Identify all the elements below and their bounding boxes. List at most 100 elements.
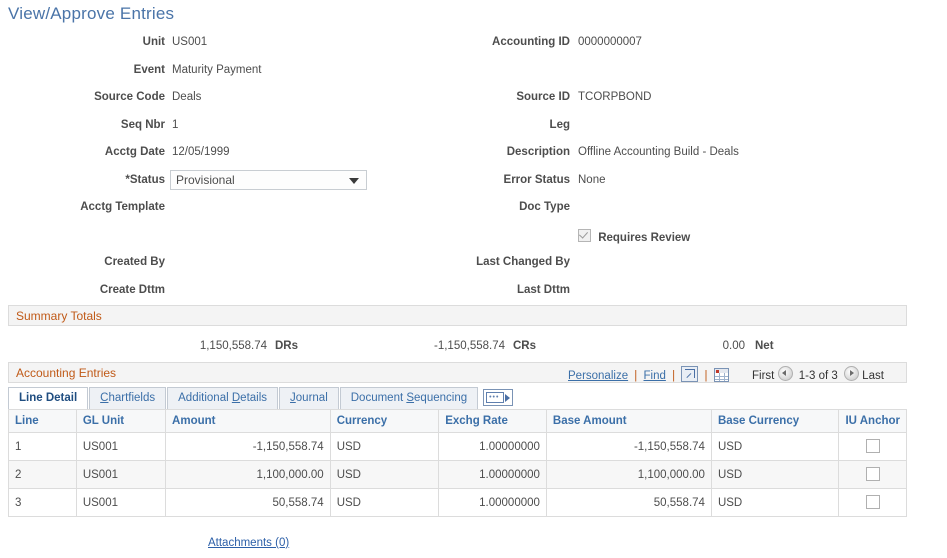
column-header-amount[interactable]: Amount — [165, 409, 331, 433]
column-header-gl-unit[interactable]: GL Unit — [75, 409, 167, 433]
iu-anchor-checkbox[interactable] — [865, 438, 880, 453]
field-label: Created By — [104, 256, 165, 268]
cell-exchg-rate: 1.00000000 — [438, 488, 547, 517]
form-row: Unit US001 Accounting ID 0000000007 — [0, 36, 947, 64]
cell-iu-anchor[interactable] — [838, 488, 907, 517]
field-value: Deals — [172, 91, 202, 103]
accounting-entries-table: Line GL Unit Amount Currency Exchg Rate … — [8, 409, 907, 517]
field-label: *Status — [125, 173, 165, 186]
form-row: *Status Provisional Error Status None — [0, 169, 947, 202]
column-header-currency[interactable]: Currency — [329, 409, 440, 433]
personalize-link[interactable]: Personalize — [568, 370, 628, 382]
form-row: Requires Review — [0, 228, 947, 257]
column-header-line[interactable]: Line — [8, 409, 77, 433]
net-value: 0.00 — [722, 340, 745, 352]
requires-review-label: Requires Review — [598, 231, 691, 244]
tab-label: Line Detail — [19, 392, 78, 404]
tab-chartfields[interactable]: Chartfields — [89, 387, 167, 409]
field-label: Unit — [142, 36, 165, 48]
form-row: Seq Nbr 1 Leg — [0, 119, 947, 147]
table-row: 1 US001 -1,150,558.74 USD 1.00000000 -1,… — [8, 432, 907, 461]
tab-line-detail[interactable]: Line Detail — [8, 387, 89, 409]
field-label: Description — [506, 146, 570, 158]
cell-gl-unit: US001 — [75, 460, 167, 489]
field-label: Seq Nbr — [120, 118, 165, 131]
table-row: 3 US001 50,558.74 USD 1.00000000 50,558.… — [8, 488, 907, 517]
form-row: Acctg Template Doc Type — [0, 201, 947, 229]
field-label: Leg — [549, 118, 570, 131]
field-value: 1 — [172, 118, 179, 131]
cell-currency: USD — [329, 432, 440, 461]
cell-line: 3 — [8, 488, 77, 517]
separator: | — [672, 370, 676, 382]
cell-exchg-rate: 1.00000000 — [438, 432, 547, 461]
previous-page-icon[interactable] — [777, 366, 793, 381]
form-row: Created By Last Changed By — [0, 256, 947, 284]
requires-review-checkbox[interactable]: Requires Review — [578, 228, 691, 244]
drs-value: 1,150,558.74 — [199, 340, 267, 352]
cell-base-amount: -1,150,558.74 — [545, 432, 712, 461]
form-row: Event Maturity Payment — [0, 64, 947, 92]
cell-gl-unit: US001 — [75, 432, 167, 461]
net-label: Net — [755, 340, 774, 352]
field-label: Error Status — [503, 173, 570, 186]
tab-journal[interactable]: Journal — [279, 387, 339, 409]
cell-amount: -1,150,558.74 — [165, 432, 331, 461]
summary-totals-label: Summary Totals — [16, 309, 102, 323]
form-row: Acctg Date 12/05/1999 Description Offlin… — [0, 146, 947, 174]
cell-line: 1 — [8, 432, 77, 461]
cell-iu-anchor[interactable] — [838, 460, 907, 489]
attachments-link[interactable]: Attachments (0) — [208, 537, 289, 549]
separator: | — [634, 370, 638, 382]
pager-last-label[interactable]: Last — [862, 370, 884, 382]
cell-base-amount: 50,558.74 — [545, 488, 712, 517]
cell-base-currency: USD — [710, 460, 840, 489]
field-label: Create Dttm — [99, 283, 165, 296]
crs-label: CRs — [513, 340, 537, 352]
status-select-value: Provisional — [176, 172, 235, 187]
field-value: Maturity Payment — [172, 63, 262, 76]
cell-base-amount: 1,100,000.00 — [545, 460, 712, 489]
column-header-exchg-rate[interactable]: Exchg Rate — [438, 409, 547, 433]
cell-currency: USD — [329, 488, 440, 517]
column-header-iu-anchor[interactable]: IU Anchor — [838, 409, 907, 433]
summary-totals-band: Summary Totals — [8, 305, 907, 326]
field-label: Doc Type — [519, 201, 570, 213]
grid-pager: First 1-3 of 3 Last — [752, 366, 884, 382]
field-label: Source ID — [516, 91, 570, 103]
page-title: View/Approve Entries — [8, 4, 175, 23]
checkmark-icon — [578, 228, 591, 242]
iu-anchor-checkbox[interactable] — [865, 466, 880, 481]
field-value: Offline Accounting Build - Deals — [578, 146, 739, 158]
cell-currency: USD — [329, 460, 440, 489]
pager-first-label[interactable]: First — [752, 370, 774, 382]
show-next-tabs-icon[interactable]: ••• — [483, 389, 514, 406]
tab-document-sequencing[interactable]: Document Sequencing — [339, 387, 479, 409]
cell-gl-unit: US001 — [75, 488, 167, 517]
entries-tabs: Line Detail Chartfields Additional Detail… — [8, 387, 514, 409]
field-label: Accounting ID — [492, 36, 570, 48]
column-header-base-currency[interactable]: Base Currency — [710, 409, 840, 433]
table-header-row: Line GL Unit Amount Currency Exchg Rate … — [8, 409, 907, 433]
field-label: Event — [133, 63, 165, 76]
tab-additional-details[interactable]: Additional Details — [167, 387, 279, 409]
next-page-icon[interactable] — [843, 366, 859, 381]
find-link[interactable]: Find — [644, 370, 666, 382]
field-value: None — [578, 173, 606, 186]
field-label: Last Dttm — [516, 283, 570, 296]
spreadsheet-icon[interactable] — [713, 368, 729, 382]
view-approve-entries-page: View/Approve Entries Unit US001 Accounti… — [0, 0, 947, 558]
cell-exchg-rate: 1.00000000 — [438, 460, 547, 489]
grid-toolbar: Personalize | Find | | — [568, 366, 729, 382]
status-select[interactable]: Provisional — [170, 169, 367, 190]
iu-anchor-checkbox[interactable] — [865, 494, 880, 509]
cell-iu-anchor[interactable] — [838, 432, 907, 461]
new-window-icon[interactable] — [681, 366, 699, 382]
column-header-base-amount[interactable]: Base Amount — [545, 409, 712, 433]
field-label: Acctg Date — [104, 146, 165, 158]
separator: | — [704, 370, 708, 382]
field-label: Acctg Template — [80, 201, 165, 213]
field-value: US001 — [172, 36, 208, 48]
form-row: Source Code Deals Source ID TCORPBOND — [0, 91, 947, 119]
cell-line: 2 — [8, 460, 77, 489]
